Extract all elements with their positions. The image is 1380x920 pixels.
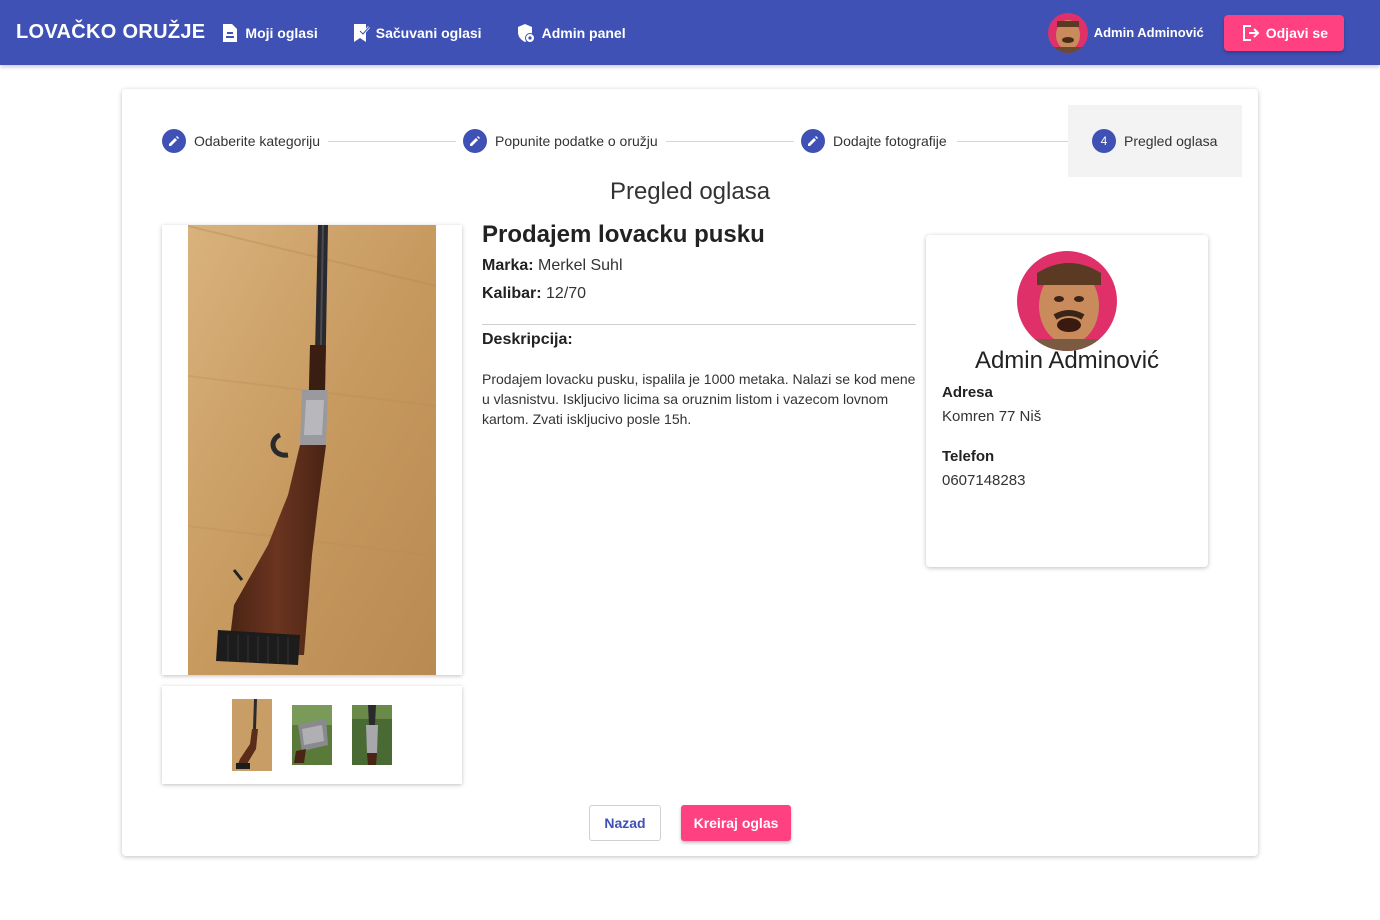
brand-row: Marka: Merkel Suhl [482, 257, 623, 275]
page-title: Pregled oglasa [609, 178, 771, 205]
user-menu[interactable]: Admin Adminović [1047, 12, 1204, 53]
step-connector [666, 141, 794, 142]
seller-card: Admin Adminović Adresa Komren 77 Niš Tel… [926, 235, 1208, 567]
ad-title: Prodajem lovacku pusku [482, 221, 765, 248]
create-ad-button[interactable]: Kreiraj oglas [681, 805, 791, 841]
brand-value: Merkel Suhl [538, 257, 623, 274]
create-ad-card: Odaberite kategoriju Popunite podatke o … [122, 89, 1258, 856]
nav-my-ads[interactable]: Moji oglasi [221, 23, 318, 43]
caliber-row: Kalibar: 12/70 [482, 285, 586, 303]
address-value: Komren 77 Niš [942, 408, 1042, 425]
top-app-bar: LOVAČKO ORUŽJE Moji oglasi Sačuvani ogla… [0, 0, 1380, 65]
thumbnail-1[interactable] [232, 699, 272, 771]
step-label: Popunite podatke o oružju [495, 133, 658, 149]
brand-logo[interactable]: LOVAČKO ORUŽJE [16, 21, 205, 44]
edit-icon [162, 129, 186, 153]
seller-avatar [1017, 251, 1117, 351]
caliber-label: Kalibar: [482, 285, 542, 302]
step-review[interactable]: 4 Pregled oglasa [1068, 105, 1242, 177]
phone-value: 0607148283 [942, 472, 1026, 489]
logout-button[interactable]: Odjavi se [1223, 14, 1344, 51]
main-photo[interactable] [188, 225, 436, 675]
step-connector [328, 141, 456, 142]
avatar [1047, 12, 1088, 53]
step-number: 4 [1092, 129, 1116, 153]
step-add-photos[interactable]: Dodajte fotografije [801, 105, 947, 177]
nav-saved-ads-label: Sačuvani oglasi [375, 24, 482, 41]
main-photo-frame [162, 225, 462, 675]
nav-admin-panel[interactable]: Admin panel [516, 23, 626, 43]
thumbnail-strip [162, 686, 462, 784]
description-text: Prodajem lovacku pusku, ispalila je 1000… [482, 371, 916, 427]
nav-my-ads-label: Moji oglasi [245, 24, 318, 41]
edit-icon [801, 129, 825, 153]
address-label: Adresa [942, 384, 993, 401]
description-label: Deskripcija: [482, 331, 573, 348]
step-label: Pregled oglasa [1124, 133, 1218, 149]
details-divider [482, 324, 916, 325]
logout-label: Odjavi se [1265, 24, 1328, 41]
brand-label: Marka: [482, 257, 534, 274]
document-icon [223, 23, 238, 42]
seller-name: Admin Adminović [974, 347, 1160, 374]
caliber-value: 12/70 [546, 285, 587, 302]
step-fill-details[interactable]: Popunite podatke o oružju [463, 105, 658, 177]
phone-label: Telefon [942, 448, 995, 465]
user-name: Admin Adminović [1093, 25, 1204, 40]
back-button[interactable]: Nazad [589, 805, 661, 841]
bookmark-check-icon [353, 23, 370, 42]
logout-icon [1242, 24, 1260, 41]
step-label: Dodajte fotografije [833, 133, 947, 149]
step-connector [957, 141, 1068, 142]
nav-saved-ads[interactable]: Sačuvani oglasi [352, 23, 482, 43]
nav-admin-panel-label: Admin panel [541, 24, 626, 41]
step-label: Odaberite kategoriju [194, 133, 321, 149]
thumbnail-3[interactable] [352, 705, 392, 765]
thumbnail-2[interactable] [292, 705, 332, 765]
step-choose-category[interactable]: Odaberite kategoriju [162, 105, 320, 177]
edit-icon [463, 129, 487, 153]
shield-gear-icon [517, 23, 535, 43]
